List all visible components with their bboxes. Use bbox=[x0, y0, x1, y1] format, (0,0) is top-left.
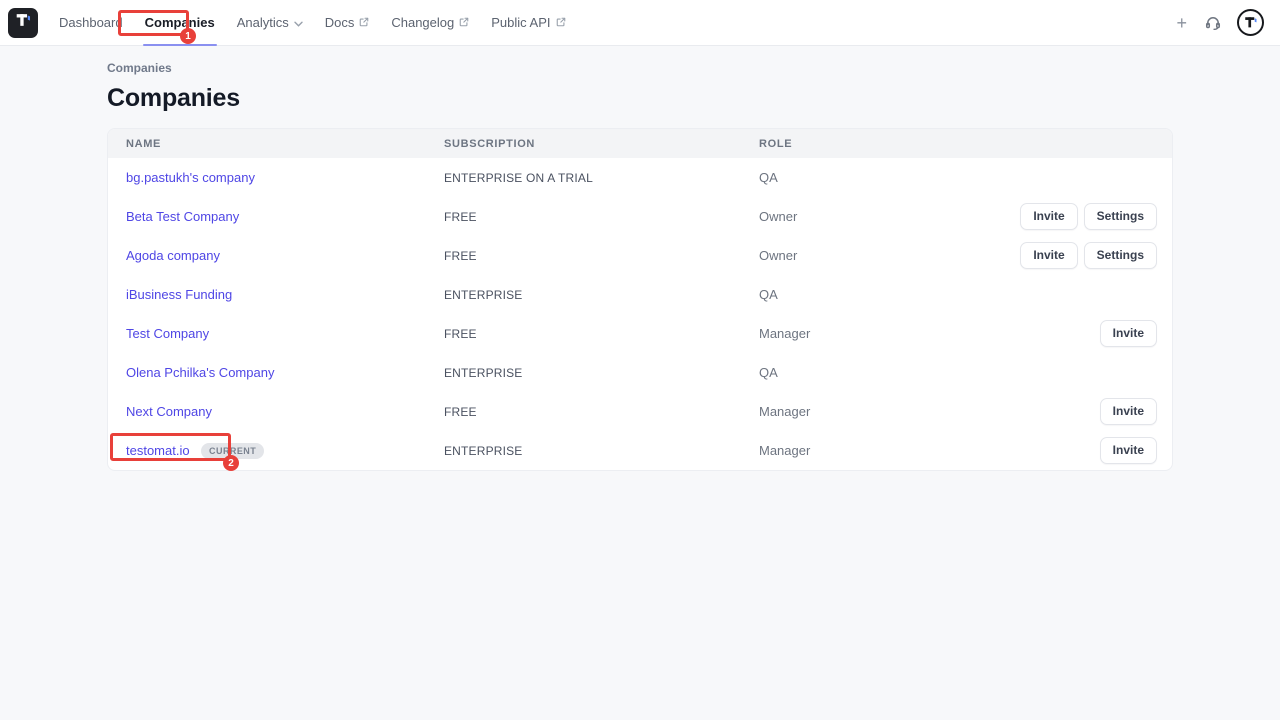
invite-button[interactable]: Invite bbox=[1020, 242, 1077, 268]
role-value: QA bbox=[759, 365, 1157, 380]
external-link-icon bbox=[556, 15, 566, 30]
role-value: Manager bbox=[759, 443, 1100, 458]
table-row: Agoda company FREE Owner Invite Settings bbox=[108, 236, 1172, 275]
main-nav: Dashboard Companies Analytics Docs Chang… bbox=[48, 0, 577, 46]
breadcrumb: Companies bbox=[107, 61, 1173, 75]
subscription-value: FREE bbox=[444, 405, 759, 419]
subscription-value: FREE bbox=[444, 327, 759, 341]
table-row: Next Company FREE Manager Invite bbox=[108, 392, 1172, 431]
active-tab-underline bbox=[143, 44, 217, 46]
user-avatar[interactable] bbox=[1237, 9, 1264, 36]
company-link[interactable]: Olena Pchilka's Company bbox=[126, 365, 274, 380]
subscription-value: FREE bbox=[444, 210, 759, 224]
nav-docs-label: Docs bbox=[325, 15, 355, 30]
nav-docs[interactable]: Docs bbox=[314, 0, 381, 46]
role-value: QA bbox=[759, 170, 1157, 185]
role-value: Owner bbox=[759, 209, 1020, 224]
company-link[interactable]: Next Company bbox=[126, 404, 212, 419]
company-link[interactable]: iBusiness Funding bbox=[126, 287, 232, 302]
role-value: Manager bbox=[759, 326, 1100, 341]
role-value: Owner bbox=[759, 248, 1020, 263]
external-link-icon bbox=[459, 15, 469, 30]
company-link-testomat[interactable]: testomat.io bbox=[126, 443, 190, 458]
role-value: QA bbox=[759, 287, 1157, 302]
nav-changelog-label: Changelog bbox=[391, 15, 454, 30]
table-header-row: NAME SUBSCRIPTION ROLE bbox=[108, 129, 1172, 158]
topbar-actions: + bbox=[1174, 9, 1264, 36]
nav-changelog[interactable]: Changelog bbox=[380, 0, 480, 46]
nav-dashboard-label: Dashboard bbox=[59, 15, 123, 30]
nav-analytics[interactable]: Analytics bbox=[226, 0, 314, 46]
external-link-icon bbox=[359, 15, 369, 30]
page-title: Companies bbox=[107, 84, 1173, 113]
company-link[interactable]: Test Company bbox=[126, 326, 209, 341]
subscription-value: ENTERPRISE ON A TRIAL bbox=[444, 171, 759, 185]
row-actions: Invite Settings bbox=[1020, 242, 1157, 268]
settings-button[interactable]: Settings bbox=[1084, 242, 1157, 268]
avatar-logo-icon bbox=[1243, 15, 1258, 30]
company-link[interactable]: Beta Test Company bbox=[126, 209, 239, 224]
company-link[interactable]: Agoda company bbox=[126, 248, 220, 263]
app-logo-icon bbox=[14, 11, 32, 34]
nav-companies-label: Companies bbox=[145, 15, 215, 30]
invite-button[interactable]: Invite bbox=[1100, 320, 1157, 346]
app-logo[interactable] bbox=[8, 8, 38, 38]
add-icon[interactable]: + bbox=[1174, 12, 1189, 34]
nav-analytics-label: Analytics bbox=[237, 15, 289, 30]
invite-button[interactable]: Invite bbox=[1100, 437, 1157, 463]
nav-dashboard[interactable]: Dashboard bbox=[48, 0, 134, 46]
main-content: Companies Companies NAME SUBSCRIPTION RO… bbox=[0, 61, 1280, 471]
table-row: Test Company FREE Manager Invite bbox=[108, 314, 1172, 353]
subscription-value: ENTERPRISE bbox=[444, 444, 759, 458]
companies-table: NAME SUBSCRIPTION ROLE bg.pastukh's comp… bbox=[107, 128, 1173, 471]
table-row: Olena Pchilka's Company ENTERPRISE QA bbox=[108, 353, 1172, 392]
subscription-value: FREE bbox=[444, 249, 759, 263]
settings-button[interactable]: Settings bbox=[1084, 203, 1157, 229]
row-actions: Invite Settings bbox=[1020, 203, 1157, 229]
role-value: Manager bbox=[759, 404, 1100, 419]
company-link[interactable]: bg.pastukh's company bbox=[126, 170, 255, 185]
table-row: iBusiness Funding ENTERPRISE QA bbox=[108, 275, 1172, 314]
subscription-value: ENTERPRISE bbox=[444, 288, 759, 302]
nav-public-api-label: Public API bbox=[491, 15, 550, 30]
row-actions: Invite bbox=[1100, 398, 1157, 424]
table-row: Beta Test Company FREE Owner Invite Sett… bbox=[108, 197, 1172, 236]
row-actions: Invite bbox=[1100, 320, 1157, 346]
row-actions: Invite bbox=[1100, 437, 1157, 463]
top-nav-bar: Dashboard Companies Analytics Docs Chang… bbox=[0, 0, 1280, 46]
nav-public-api[interactable]: Public API bbox=[480, 0, 576, 46]
invite-button[interactable]: Invite bbox=[1100, 398, 1157, 424]
subscription-value: ENTERPRISE bbox=[444, 366, 759, 380]
table-row: bg.pastukh's company ENTERPRISE ON A TRI… bbox=[108, 158, 1172, 197]
column-header-subscription: SUBSCRIPTION bbox=[444, 138, 759, 150]
chevron-down-icon bbox=[294, 15, 303, 30]
table-row-current-company: testomat.io CURRENT ENTERPRISE Manager I… bbox=[108, 431, 1172, 470]
column-header-role: ROLE bbox=[759, 138, 1157, 150]
invite-button[interactable]: Invite bbox=[1020, 203, 1077, 229]
support-headset-icon[interactable] bbox=[1204, 14, 1222, 32]
nav-companies[interactable]: Companies bbox=[134, 0, 226, 46]
current-company-badge: CURRENT bbox=[201, 443, 264, 459]
column-header-name: NAME bbox=[126, 138, 444, 150]
